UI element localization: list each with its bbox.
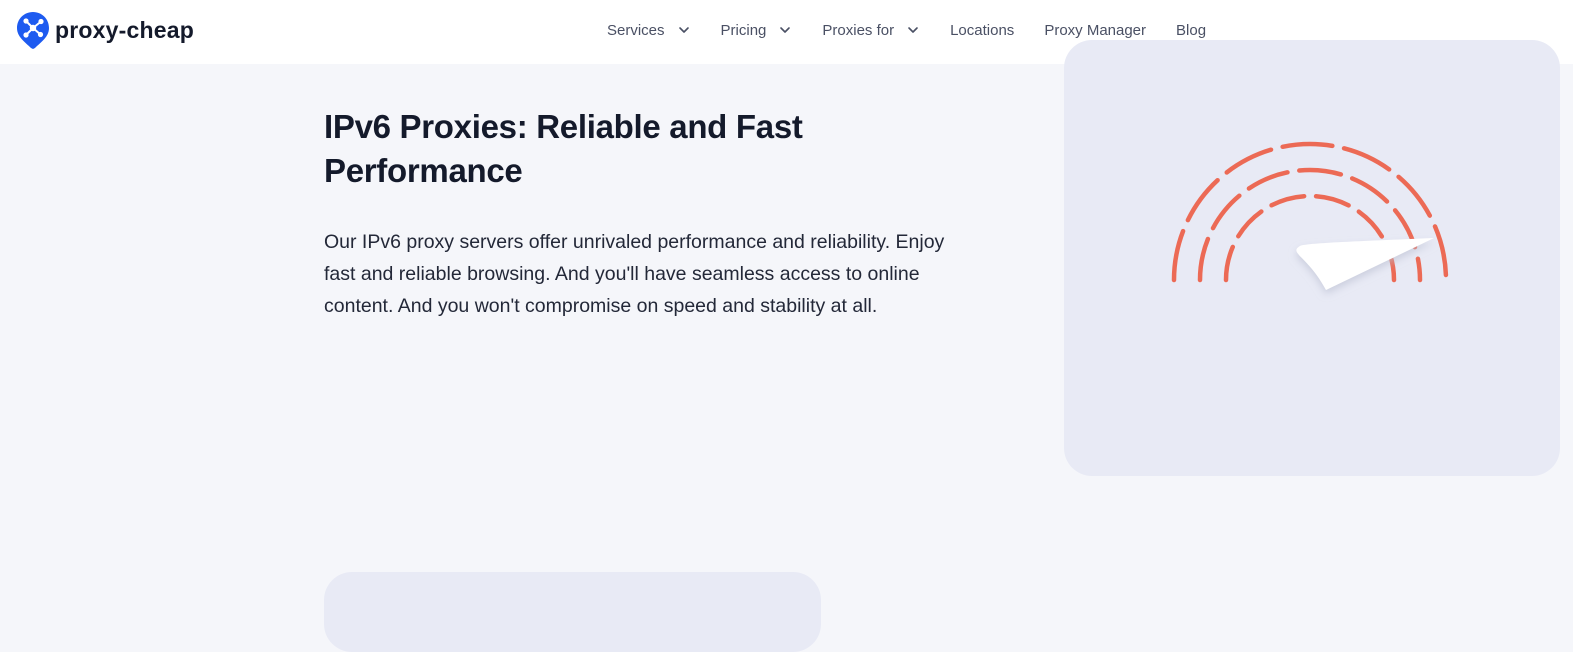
nav-item-services[interactable]: Services (607, 22, 691, 39)
nav-item-locations[interactable]: Locations (950, 22, 1014, 39)
chevron-down-icon (908, 27, 918, 33)
chevron-down-icon (678, 27, 689, 33)
nav-item-proxies-for[interactable]: Proxies for (822, 22, 920, 39)
speedometer-illustration-card (1064, 40, 1560, 476)
nav-item-label: Proxy Manager (1044, 21, 1147, 39)
speedometer-icon (1171, 141, 1449, 290)
nav-item-label: Services (607, 21, 665, 39)
nav-item-pricing[interactable]: Pricing (721, 22, 793, 39)
hero-title: IPv6 Proxies: Reliable and Fast Performa… (324, 108, 803, 189)
chevron-down-icon (780, 27, 791, 33)
nav-item-label: Blog (1176, 21, 1207, 39)
nav-item-label: Locations (950, 21, 1015, 39)
proxy-cheap-logo-icon (17, 12, 49, 49)
gauge-needle (1296, 238, 1434, 290)
hero-section: IPv6 Proxies: Reliable and Fast Performa… (324, 105, 964, 322)
brand-name: proxy-cheap (55, 17, 194, 43)
nav-item-blog[interactable]: Blog (1176, 22, 1206, 39)
nav-item-proxy-manager[interactable]: Proxy Manager (1044, 22, 1146, 39)
nav-item-label: Pricing (720, 21, 767, 39)
hero-description: Our IPv6 proxy servers offer unrivaled p… (324, 231, 945, 317)
next-section-card (324, 572, 821, 652)
brand-logo[interactable]: proxy-cheap (16, 11, 194, 49)
nav-item-label: Proxies for (822, 21, 895, 39)
